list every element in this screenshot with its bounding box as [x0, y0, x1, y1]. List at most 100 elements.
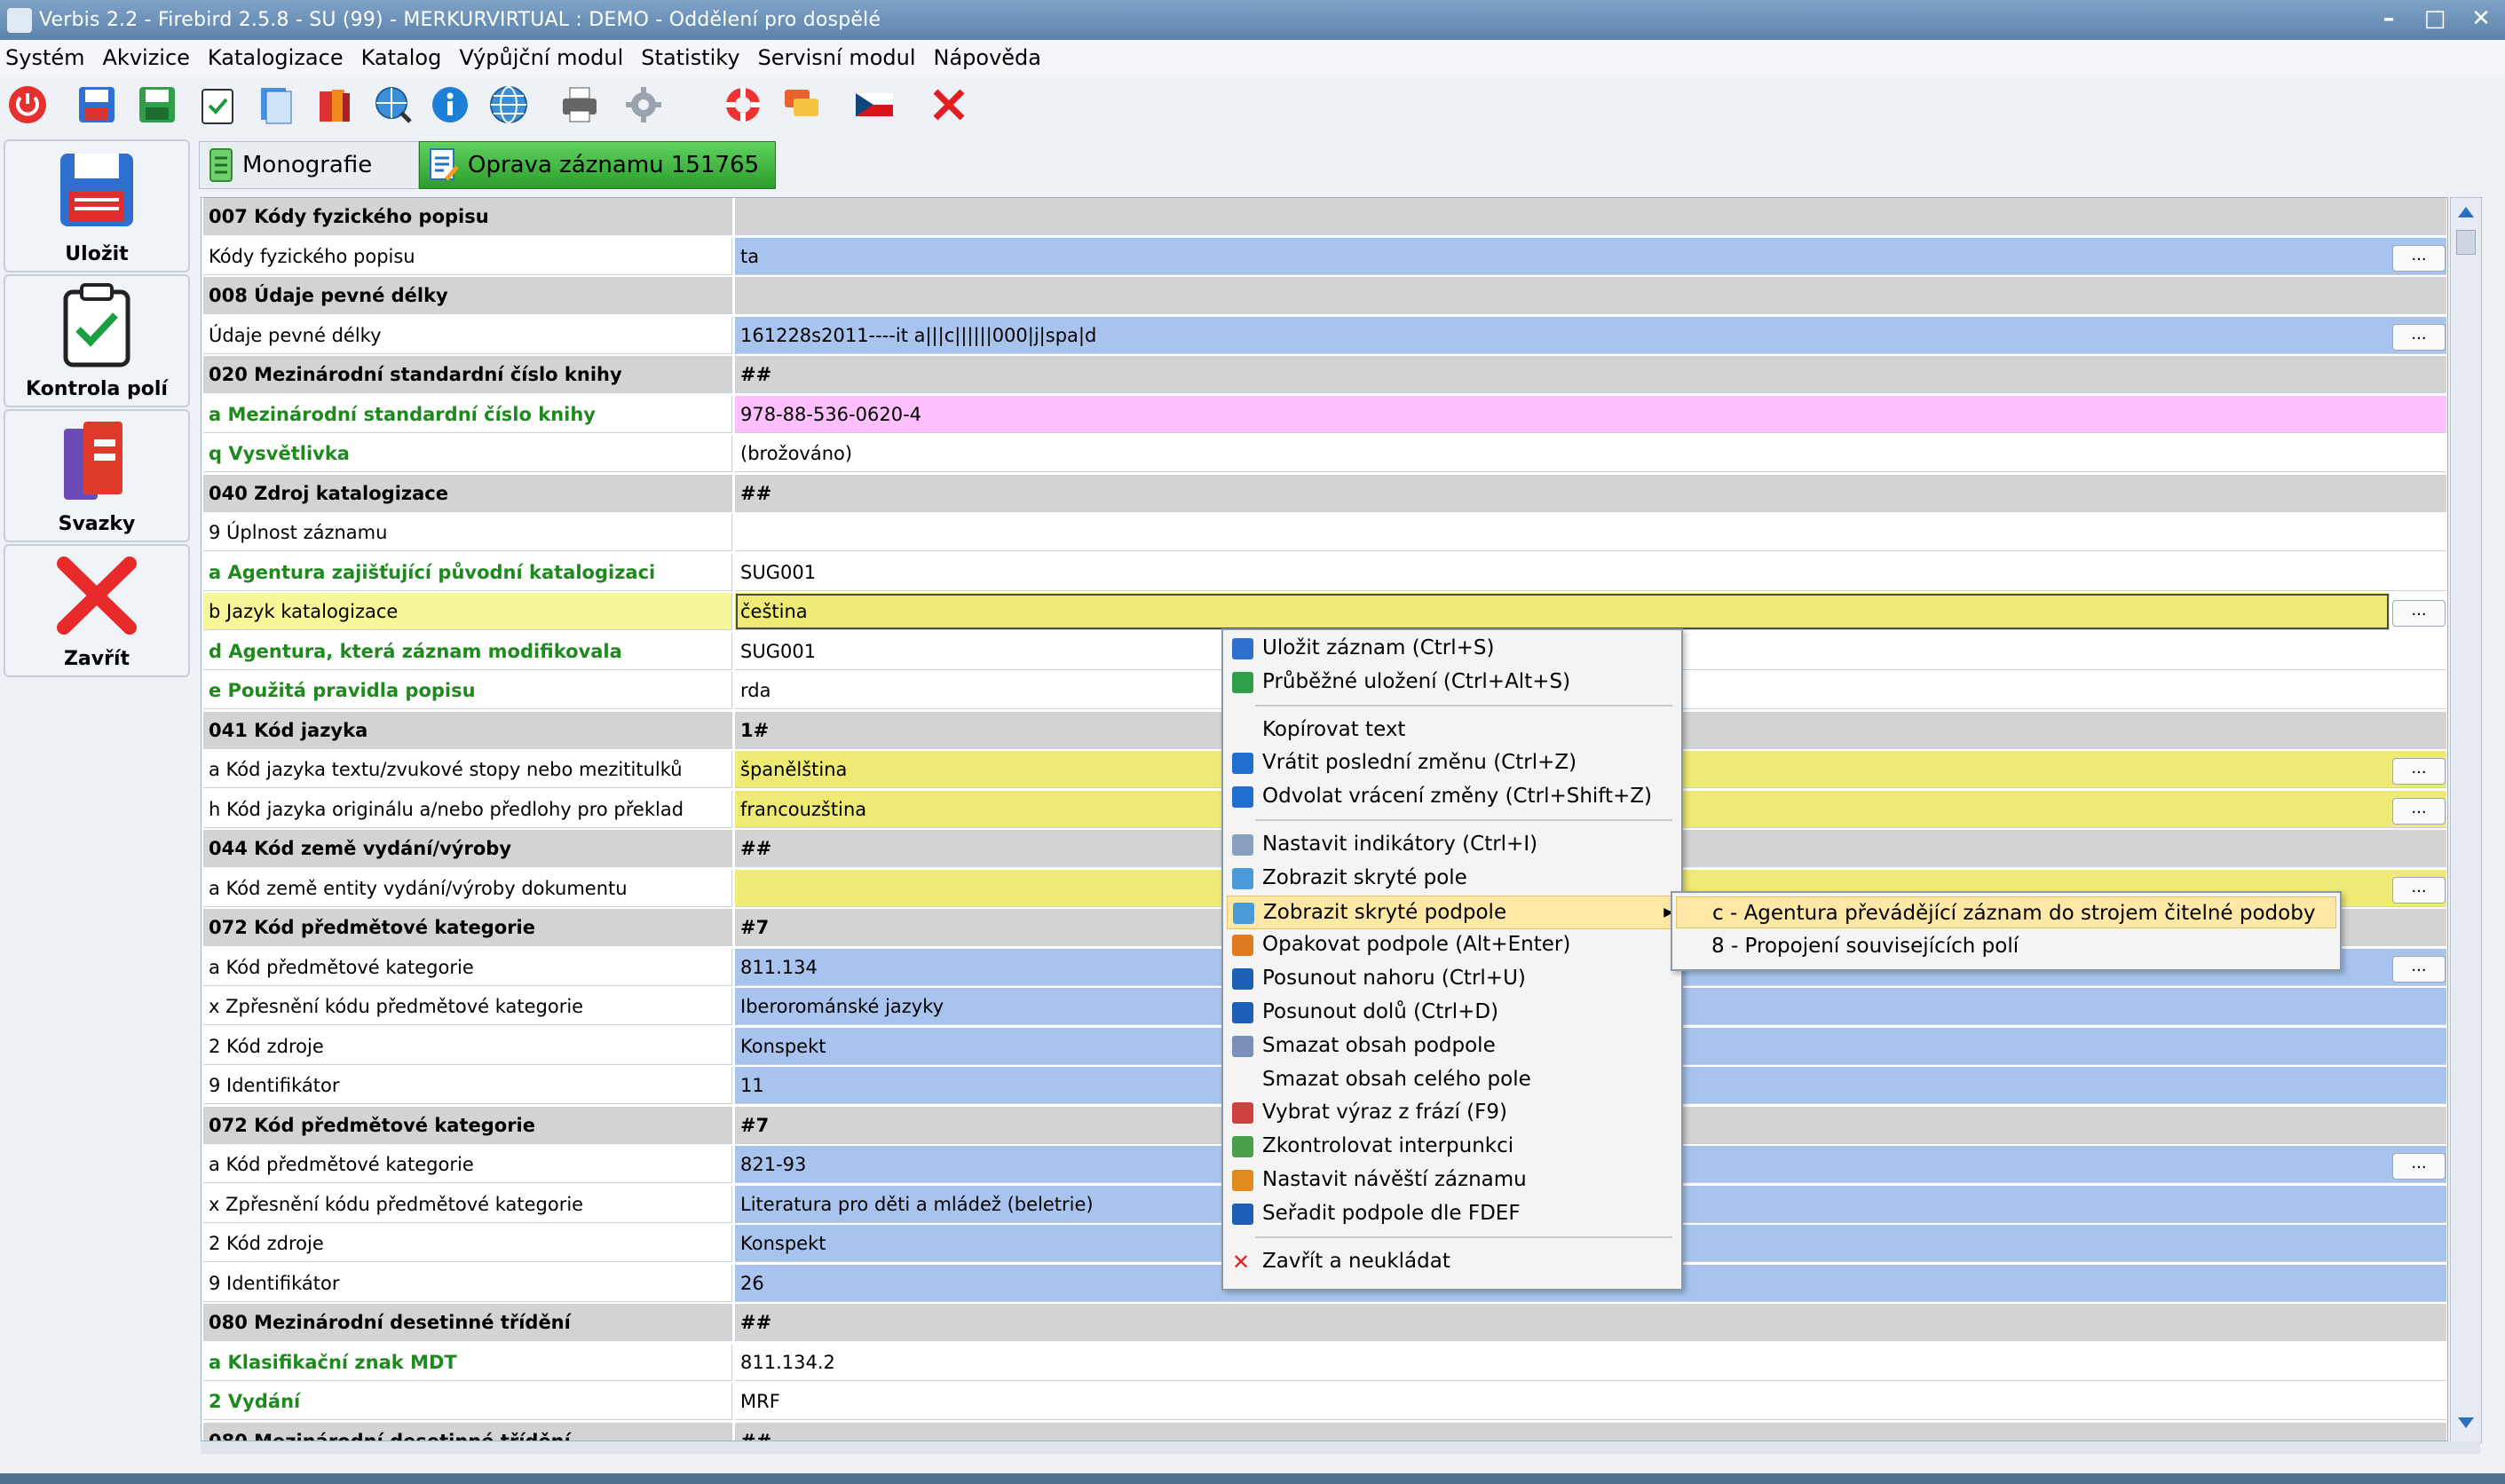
menu-katalog[interactable]: Katalog	[361, 45, 442, 70]
field-editor-button[interactable]: ...	[2392, 758, 2446, 785]
context-menu-item[interactable]: Zkontrolovat interpunkci	[1227, 1130, 1678, 1162]
context-menu-item-label: Zobrazit skryté pole	[1262, 865, 1467, 889]
context-menu-item[interactable]: Opakovat podpole (Alt+Enter)	[1227, 928, 1678, 960]
field-value[interactable]: ta	[735, 238, 2446, 275]
books-button[interactable]	[309, 79, 360, 130]
context-menu-item[interactable]: Vrátit poslední změnu (Ctrl+Z)	[1227, 746, 1678, 778]
context-menu-item[interactable]: Zobrazit skryté pole	[1227, 862, 1678, 894]
maximize-button[interactable]: □	[2420, 4, 2450, 34]
messages-button[interactable]	[776, 79, 827, 130]
context-menu-item[interactable]: Zobrazit skryté podpole ▶	[1227, 895, 1679, 929]
menu-statistiky[interactable]: Statistiky	[641, 45, 739, 70]
field-value[interactable]: MRF	[735, 1383, 2446, 1420]
subfield-row[interactable]: a Mezinárodní standardní číslo knihy 978-…	[202, 396, 2447, 435]
scroll-up-icon[interactable]	[2456, 203, 2476, 219]
web-button[interactable]	[483, 79, 534, 130]
context-menu-item[interactable]: Vybrat výraz z frází (F9)	[1227, 1096, 1678, 1128]
field-header-row[interactable]: 008 Údaje pevné délky	[202, 277, 2447, 316]
field-value[interactable]: 978-88-536-0620-4	[735, 396, 2446, 433]
context-menu-item[interactable]: Smazat obsah podpole	[1227, 1030, 1678, 1062]
documents-button[interactable]	[250, 79, 302, 130]
tab-oprava-zaznamu[interactable]: Oprava záznamu 151765	[419, 141, 776, 189]
field-header-row[interactable]: 080 Mezinárodní desetinné třídění ##	[202, 1304, 2447, 1343]
help-button[interactable]	[717, 79, 769, 130]
globe-search-button[interactable]	[367, 79, 419, 130]
vertical-scrollbar[interactable]	[2450, 197, 2482, 1443]
scroll-thumb[interactable]	[2456, 230, 2476, 255]
sidebar-volumes-button[interactable]: Svazky	[4, 409, 190, 542]
info-button[interactable]	[424, 79, 476, 130]
menu-napoveda[interactable]: Nápověda	[934, 45, 1042, 70]
field-value[interactable]	[735, 198, 2446, 235]
field-value[interactable]: 811.134.2	[735, 1344, 2446, 1381]
horizontal-scrollbar[interactable]	[201, 1441, 2480, 1454]
close-toolbar-button[interactable]	[923, 79, 975, 130]
check-fields-button[interactable]	[192, 79, 243, 130]
context-menu-item[interactable]: ✕ Zavřít a neukládat	[1227, 1245, 1678, 1277]
minimize-button[interactable]: –	[2374, 4, 2404, 34]
context-menu-item[interactable]: Nastavit indikátory (Ctrl+I)	[1227, 828, 1678, 860]
field-label: Kódy fyzického popisu	[203, 238, 732, 275]
subfield-row[interactable]: 2 Vydání MRF	[202, 1383, 2447, 1422]
sidebar-close-button[interactable]: Zavřít	[4, 544, 190, 677]
field-header-row[interactable]: 020 Mezinárodní standardní číslo knihy ##	[202, 356, 2447, 395]
scroll-down-icon[interactable]	[2456, 1416, 2476, 1432]
field-value[interactable]: čeština	[735, 593, 2390, 630]
menu-vypujcni-modul[interactable]: Výpůjční modul	[459, 45, 623, 70]
subfield-row[interactable]: b Jazyk katalogizace čeština...	[202, 593, 2447, 632]
language-button[interactable]	[849, 79, 900, 130]
field-editor-button[interactable]: ...	[2392, 956, 2446, 983]
field-header-row[interactable]: 007 Kódy fyzického popisu	[202, 198, 2447, 237]
field-editor-button[interactable]: ...	[2392, 877, 2446, 904]
field-editor-button[interactable]: ...	[2392, 798, 2446, 825]
close-window-button[interactable]: ✕	[2466, 4, 2496, 34]
field-value[interactable]: ##	[735, 1423, 2446, 1441]
submenu-item[interactable]: c - Agentura převádějící záznam do stroj…	[1676, 896, 2336, 928]
subfield-row[interactable]: 9 Úplnost záznamu	[202, 514, 2447, 553]
field-value[interactable]: ##	[735, 1304, 2446, 1341]
sidebar-save-button[interactable]: Uložit	[4, 139, 190, 272]
menu-akvizice[interactable]: Akvizice	[103, 45, 190, 70]
context-menu-item[interactable]: Posunout dolů (Ctrl+D)	[1227, 996, 1678, 1028]
field-value-text: Iberorománské jazyky	[740, 996, 944, 1017]
field-editor-button[interactable]: ...	[2392, 1153, 2446, 1180]
context-menu-item[interactable]: Posunout nahoru (Ctrl+U)	[1227, 962, 1678, 994]
context-menu-item[interactable]: Odvolat vrácení změny (Ctrl+Shift+Z)	[1227, 780, 1678, 812]
subfield-row[interactable]: a Agentura zajišťující původní katalogiz…	[202, 554, 2447, 593]
field-value[interactable]: 161228s2011----it a|||c||||||000|j|spa|d	[735, 317, 2446, 354]
context-menu-item[interactable]: Smazat obsah celého pole	[1227, 1063, 1678, 1095]
field-editor-button[interactable]: ...	[2392, 324, 2446, 351]
field-value[interactable]: (brožováno)	[735, 435, 2446, 472]
field-value[interactable]	[735, 277, 2446, 314]
subfield-row[interactable]: a Klasifikační znak MDT 811.134.2	[202, 1344, 2447, 1383]
save-button[interactable]	[71, 79, 122, 130]
context-menu-item[interactable]: Uložit záznam (Ctrl+S)	[1227, 632, 1678, 664]
tab-monografie[interactable]: Monografie	[199, 141, 419, 189]
sidebar-check-fields-button[interactable]: Kontrola polí	[4, 274, 190, 407]
context-menu-item[interactable]: Průběžné uložení (Ctrl+Alt+S)	[1227, 666, 1678, 698]
subfield-row[interactable]: q Vysvětlivka (brožováno)	[202, 435, 2447, 474]
save-green-button[interactable]	[131, 79, 183, 130]
field-editor-button[interactable]: ...	[2392, 245, 2446, 272]
subfield-row[interactable]: Kódy fyzického popisu ta...	[202, 238, 2447, 277]
settings-button[interactable]	[618, 79, 669, 130]
context-menu-item[interactable]: Seřadit podpole dle FDEF	[1227, 1197, 1678, 1229]
menu-katalogizace[interactable]: Katalogizace	[208, 45, 344, 70]
subfield-row[interactable]: Údaje pevné délky 161228s2011----it a|||c…	[202, 317, 2447, 356]
field-value[interactable]: SUG001	[735, 554, 2446, 591]
field-label: 2 Vydání	[203, 1383, 732, 1420]
field-value[interactable]: ##	[735, 356, 2446, 393]
menu-system[interactable]: Systém	[5, 45, 85, 70]
context-menu-item[interactable]: Nastavit návěští záznamu	[1227, 1164, 1678, 1196]
field-editor-button[interactable]: ...	[2392, 600, 2446, 627]
field-value-text: 978-88-536-0620-4	[740, 404, 922, 425]
context-menu-item[interactable]: Kopírovat text	[1227, 714, 1678, 746]
field-header-row[interactable]: 080 Mezinárodní desetinné třídění ##	[202, 1423, 2447, 1441]
field-value[interactable]	[735, 514, 2446, 551]
field-header-row[interactable]: 040 Zdroj katalogizace ##	[202, 475, 2447, 514]
power-button[interactable]	[2, 79, 53, 130]
field-value[interactable]: ##	[735, 475, 2446, 512]
menu-servisni-modul[interactable]: Servisní modul	[758, 45, 916, 70]
print-button[interactable]	[554, 79, 605, 130]
submenu-item[interactable]: 8 - Propojení souvisejících polí	[1676, 930, 2336, 962]
